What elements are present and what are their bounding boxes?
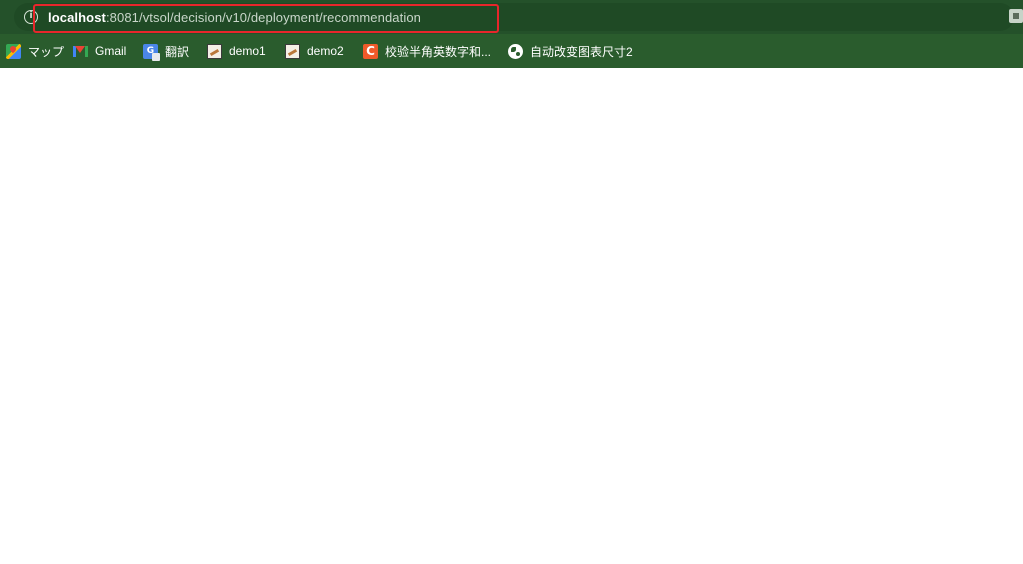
url-path: :8081/vtsol/decision/v10/deployment/reco… <box>105 10 421 25</box>
bookmarks-bar: マップ Gmail G 翻訳 demo1 demo2 C 校验半角英数字和...… <box>0 34 1023 68</box>
translate-icon[interactable] <box>1009 9 1023 23</box>
bookmark-label: demo2 <box>307 44 344 58</box>
bookmark-label: 翻訳 <box>165 44 190 59</box>
bookmark-label: Gmail <box>95 44 127 58</box>
bookmark-label: マップ <box>28 44 65 59</box>
bookmark-validation[interactable]: C 校验半角英数字和... <box>363 41 491 61</box>
url-host: localhost <box>48 10 106 25</box>
page-content <box>0 68 1023 564</box>
browser-chrome: i localhost:8081/vtsol/decision/v10/depl… <box>0 0 1023 68</box>
bookmark-gmail[interactable]: Gmail <box>73 41 126 61</box>
bookmark-label: 自动改变图表尺寸2 <box>530 44 633 59</box>
demo-page-icon <box>285 43 300 59</box>
maps-icon <box>6 43 21 59</box>
gmail-icon <box>73 45 88 57</box>
bookmark-label: 校验半角英数字和... <box>385 44 492 59</box>
demo-page-icon <box>207 43 222 59</box>
bookmark-label: demo1 <box>229 44 266 58</box>
bookmark-translate[interactable]: G 翻訳 <box>143 41 189 61</box>
bookmark-demo1[interactable]: demo1 <box>207 41 266 61</box>
address-row: i localhost:8081/vtsol/decision/v10/depl… <box>0 0 1023 34</box>
bookmark-demo2[interactable]: demo2 <box>285 41 344 61</box>
url-text[interactable]: localhost:8081/vtsol/decision/v10/deploy… <box>48 10 421 25</box>
globe-icon <box>508 43 523 59</box>
bookmark-maps[interactable]: マップ <box>6 41 64 61</box>
info-circle-icon[interactable]: i <box>24 10 38 24</box>
bookmark-chart-resize[interactable]: 自动改变图表尺寸2 <box>508 41 633 61</box>
c-logo-icon: C <box>363 43 378 59</box>
google-translate-icon: G <box>143 43 160 61</box>
